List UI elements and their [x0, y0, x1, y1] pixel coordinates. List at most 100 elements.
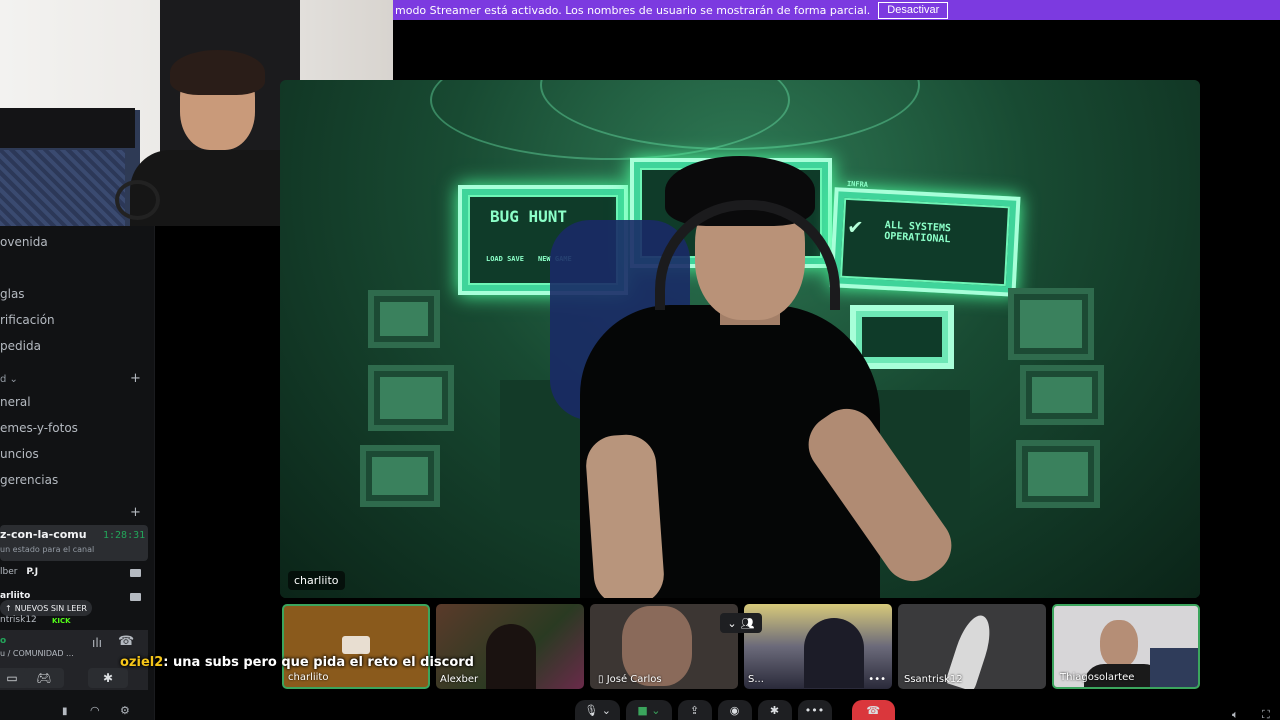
- voice-user-name: lber: [0, 567, 18, 577]
- category-label: d: [0, 374, 7, 385]
- participant-tile[interactable]: S... •••: [744, 604, 892, 689]
- share-screen-icon: ⇪: [689, 703, 700, 717]
- channel-item[interactable]: glas: [0, 287, 25, 301]
- stream-chat-overlay: oziel2: una subs pero que pida el reto e…: [120, 655, 474, 670]
- channel-item[interactable]: rificación: [0, 313, 55, 327]
- channel-item[interactable]: neral: [0, 395, 31, 409]
- mic-icon[interactable]: ▮: [62, 706, 68, 717]
- add-channel-icon[interactable]: +: [130, 505, 141, 520]
- crt-monitor: [1020, 365, 1104, 425]
- more-options-button[interactable]: •••: [797, 700, 832, 720]
- crt-screen: [372, 457, 428, 495]
- speaker-name-tag: charliito: [288, 571, 345, 590]
- webcam-headphones: [115, 180, 160, 220]
- category-header[interactable]: d ⌄: [0, 374, 18, 385]
- crt-monitor: [368, 290, 440, 348]
- chevron-down-icon: ⌄: [9, 374, 18, 385]
- disconnect-button[interactable]: ☎: [851, 700, 895, 720]
- participant-name: Alexber: [440, 674, 479, 685]
- tile-options-button[interactable]: ⌄ 👥︎: [720, 613, 762, 633]
- participant-background-bed: [1150, 648, 1198, 687]
- participant-name-text: José Carlos: [606, 674, 662, 685]
- channel-item[interactable]: pedida: [0, 339, 41, 353]
- deactivate-button[interactable]: Desactivar: [878, 1, 949, 19]
- camera-icon: ■ ⌄: [637, 703, 661, 717]
- crt-screen: [1020, 300, 1082, 348]
- crt-screen: [1028, 452, 1088, 496]
- kick-badge: KICK: [52, 617, 71, 625]
- channel-item[interactable]: uncios: [0, 447, 39, 461]
- camera-button[interactable]: ■ ⌄: [626, 700, 672, 720]
- voice-channel-status[interactable]: un estado para el canal: [0, 545, 94, 554]
- voice-user[interactable]: lber P.J: [0, 567, 38, 577]
- camera-off-icon: [342, 636, 370, 654]
- channel-item[interactable]: gerencias: [0, 473, 58, 487]
- activity-button[interactable]: 🎮︎: [24, 668, 64, 688]
- bug-hunt-title: BUG HUNT: [490, 207, 568, 226]
- infra-monitor: INFRA ✔ ALL SYSTEMS OPERATIONAL: [829, 180, 1021, 297]
- participant-name: Thiagosolartee: [1060, 672, 1135, 683]
- participant-name: charliito: [288, 672, 329, 683]
- unread-badge[interactable]: ↑ NUEVOS SIN LEER: [0, 600, 92, 616]
- participant-tile[interactable]: charliito: [282, 604, 430, 689]
- camera-icon: [130, 593, 141, 601]
- webcam-person-hair: [170, 50, 265, 95]
- chevron-down-icon: ⌄: [727, 616, 737, 630]
- more-icon[interactable]: •••: [868, 674, 886, 685]
- load-save-label: LOAD SAVE: [486, 255, 524, 263]
- channel-item[interactable]: emes-y-fotos: [0, 421, 78, 435]
- volume-icon[interactable]: 🔈︎: [1232, 708, 1246, 720]
- streamer-mode-banner: modo Streamer está activado. Los nombres…: [393, 0, 1280, 20]
- webcam-blanket: [0, 150, 125, 226]
- soundboard-button[interactable]: ✱: [88, 668, 128, 688]
- check-icon: ✔: [848, 214, 863, 240]
- call-controls: 🎙︎ ⌄ ■ ⌄ ⇪ ◉ ✱ ••• ☎: [575, 700, 895, 720]
- user-panel-icons: ▮ ◠ ⚙: [0, 704, 155, 720]
- headphones-icon[interactable]: ◠: [90, 704, 100, 717]
- participant-tile[interactable]: Alexber: [436, 604, 584, 689]
- crt-screen: [862, 317, 942, 357]
- share-screen-button[interactable]: ⇪: [677, 700, 712, 720]
- channel-item[interactable]: ovenida: [0, 235, 48, 249]
- add-channel-icon[interactable]: +: [130, 371, 141, 386]
- participant-name: Ssantrisk12: [904, 674, 963, 685]
- crt-monitor: [360, 445, 440, 507]
- voice-channel-timer: 1:28:31: [103, 530, 146, 541]
- unread-label: NUEVOS SIN LEER: [14, 603, 87, 613]
- participant-tile[interactable]: Thiagosolartee: [1052, 604, 1200, 689]
- streamer-left-arm: [584, 432, 666, 598]
- notes-monitor: [850, 305, 954, 369]
- soundboard-icon: ✱: [769, 703, 780, 717]
- voice-user[interactable]: ntrisk12: [0, 615, 37, 625]
- participant-silhouette: [486, 624, 536, 689]
- soundboard-button[interactable]: ✱: [757, 700, 792, 720]
- gamepad-icon: 🎮︎: [36, 671, 52, 685]
- gear-icon[interactable]: ⚙: [120, 704, 130, 717]
- crt-screen: [380, 302, 428, 336]
- arrow-up-icon: ↑: [5, 603, 12, 613]
- add-user-icon: 👥︎: [740, 616, 755, 630]
- voice-channel-name: z-con-la-comu: [0, 528, 87, 541]
- main-video-stage[interactable]: BUG HUNT LOAD SAVE NEW GAME INFRA ✔ ALL …: [280, 80, 1200, 598]
- activity-button[interactable]: ◉: [717, 700, 752, 720]
- participant-name: S...: [748, 674, 764, 685]
- voice-channel-active[interactable]: z-con-la-comu 1:28:31 un estado para el …: [0, 525, 148, 561]
- phone-hangup-icon: ☎: [866, 703, 881, 717]
- disconnect-icon[interactable]: ☎: [118, 634, 134, 649]
- participant-silhouette: [804, 618, 864, 688]
- mic-icon: 🎙︎ ⌄: [584, 703, 611, 717]
- crt-screen: [1032, 377, 1092, 413]
- crt-screen: [380, 377, 442, 419]
- participant-tile[interactable]: ▯ José Carlos: [590, 604, 738, 689]
- fullscreen-icon[interactable]: ⛶: [1262, 708, 1276, 720]
- mic-button[interactable]: 🎙︎ ⌄: [575, 700, 621, 720]
- chat-message: : una subs pero que pida el reto el disc…: [163, 655, 474, 670]
- app-root: modo Streamer está activado. Los nombres…: [0, 0, 1280, 720]
- participant-tile[interactable]: Ssantrisk12: [898, 604, 1046, 689]
- camera-icon: [130, 569, 141, 577]
- soundwave-icon[interactable]: ılı: [92, 636, 102, 650]
- voice-connected-subtitle[interactable]: u / COMUNIDAD ...: [0, 649, 74, 658]
- phone-icon: ▯: [598, 674, 604, 685]
- voice-connected-label: o: [0, 636, 7, 646]
- crt-monitor: [1008, 288, 1094, 360]
